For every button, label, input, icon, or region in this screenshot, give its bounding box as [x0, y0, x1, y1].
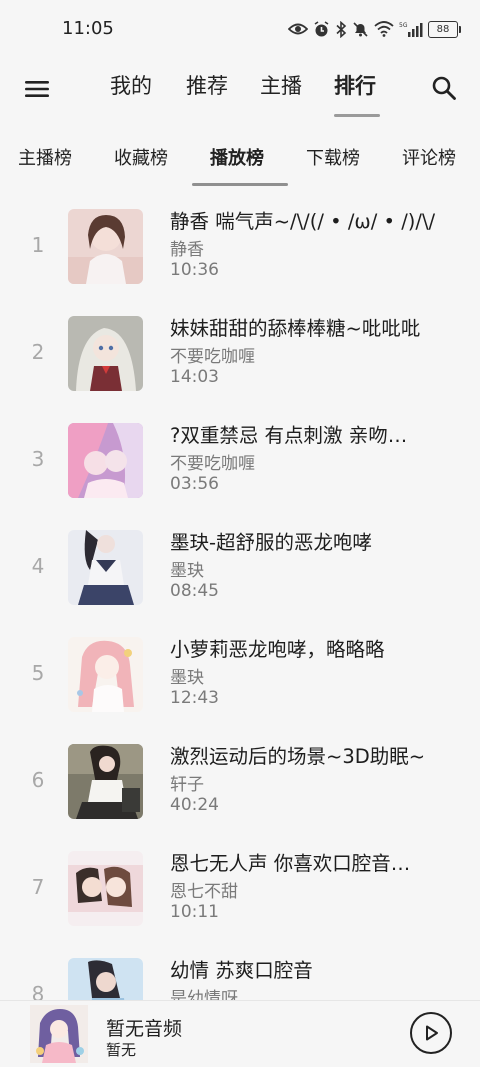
track-duration: 10:36	[170, 260, 219, 280]
track-title: 小萝莉恶龙咆哮，略略略	[170, 638, 385, 661]
track-title: 激烈运动后的场景~3D助眠~	[170, 745, 426, 768]
sub-tab-favorites-ranking[interactable]: 收藏榜	[114, 144, 168, 170]
track-duration: 10:11	[170, 902, 219, 922]
track-rank: 2	[31, 340, 45, 364]
track-cover	[68, 744, 143, 819]
sub-tab-comment-ranking[interactable]: 评论榜	[402, 144, 456, 170]
track-row[interactable]: 4 墨玦-超舒服的恶龙咆哮 墨玦 08:45	[0, 514, 480, 621]
track-row[interactable]: 7 恩七无人声 你喜欢口腔音… 恩七不甜 10:11	[0, 835, 480, 942]
main-tabs: 我的 推荐 主播 排行	[100, 58, 400, 120]
track-cover	[68, 423, 143, 498]
track-title: 幼情 苏爽口腔音	[170, 959, 313, 982]
mini-player[interactable]: 暂无音频 暂无	[0, 1000, 480, 1067]
ranking-sub-tabs: 主播榜 收藏榜 播放榜 下载榜 评论榜	[0, 126, 480, 186]
tab-ranking[interactable]: 排行	[334, 70, 376, 100]
track-rank: 5	[31, 661, 45, 685]
search-icon	[432, 76, 456, 100]
track-cover	[68, 316, 143, 391]
track-artist: 墨玦	[170, 561, 204, 581]
status-icons: 5G 88	[288, 18, 461, 40]
app-root: 11:05 5G 88 我的 推荐 主播 排行 主播榜 收藏榜 播放榜 下载榜 …	[0, 0, 480, 1067]
sub-tab-indicator	[192, 183, 288, 186]
track-artist: 不要吃咖喱	[170, 454, 255, 474]
mute-icon	[352, 21, 369, 38]
track-title: 静香 喘气声~/\/(/ • /ω/ • /)/\/	[170, 210, 436, 233]
track-artist: 恩七不甜	[170, 882, 238, 902]
track-rank: 6	[31, 768, 45, 792]
bluetooth-icon	[335, 20, 347, 38]
tab-anchor[interactable]: 主播	[260, 70, 302, 100]
status-bar: 11:05 5G 88	[0, 0, 480, 58]
track-title: 墨玦-超舒服的恶龙咆哮	[170, 531, 373, 554]
sub-tab-play-ranking[interactable]: 播放榜	[210, 144, 264, 170]
track-duration: 08:45	[170, 581, 219, 601]
track-duration: 40:24	[170, 795, 219, 815]
play-button[interactable]	[410, 1012, 452, 1054]
tab-recommend[interactable]: 推荐	[186, 70, 228, 100]
track-artist: 不要吃咖喱	[170, 347, 255, 367]
track-duration: 12:43	[170, 688, 219, 708]
track-rank: 4	[31, 554, 45, 578]
tab-mine[interactable]: 我的	[110, 70, 152, 100]
track-title: 恩七无人声 你喜欢口腔音…	[170, 852, 411, 875]
sub-tab-anchor-ranking[interactable]: 主播榜	[18, 144, 72, 170]
track-cover	[68, 958, 143, 1003]
player-subtitle: 暂无	[106, 1041, 137, 1059]
track-cover	[68, 530, 143, 605]
eye-icon	[288, 22, 308, 36]
play-icon	[426, 1025, 438, 1041]
alarm-icon	[313, 20, 330, 38]
wifi-icon	[374, 21, 394, 37]
menu-icon	[25, 81, 49, 97]
track-title: 妹妹甜甜的舔棒棒糖~吡吡吡	[170, 317, 421, 340]
track-row[interactable]: 8 幼情 苏爽口腔音 是幼情呀	[0, 942, 480, 1003]
main-tab-indicator	[334, 114, 380, 117]
track-cover	[68, 209, 143, 284]
track-row[interactable]: 3 ?双重禁忌 有点刺激 亲吻… 不要吃咖喱 03:56	[0, 407, 480, 514]
status-time: 11:05	[62, 18, 114, 39]
track-row[interactable]: 6 激烈运动后的场景~3D助眠~ 轩子 40:24	[0, 728, 480, 835]
menu-button[interactable]	[20, 72, 54, 106]
top-nav: 我的 推荐 主播 排行	[0, 58, 480, 120]
track-artist: 轩子	[170, 775, 204, 795]
track-duration: 03:56	[170, 474, 219, 494]
track-row[interactable]: 5 小萝莉恶龙咆哮，略略略 墨玦 12:43	[0, 621, 480, 728]
track-row[interactable]: 2 妹妹甜甜的舔棒棒糖~吡吡吡 不要吃咖喱 14:03	[0, 300, 480, 407]
player-title: 暂无音频	[106, 1018, 183, 1040]
track-rank: 3	[31, 447, 45, 471]
search-button[interactable]	[426, 70, 462, 106]
track-title: ?双重禁忌 有点刺激 亲吻…	[170, 424, 408, 447]
track-duration: 14:03	[170, 367, 219, 387]
signal-icon: 5G	[399, 21, 423, 38]
track-row[interactable]: 1 静香 喘气声~/\/(/ • /ω/ • /)/\/ 静香 10:36	[0, 193, 480, 300]
track-artist: 墨玦	[170, 668, 204, 688]
svg-text:5G: 5G	[399, 22, 408, 29]
player-cover	[30, 1005, 88, 1063]
track-cover	[68, 851, 143, 926]
track-rank: 1	[31, 233, 45, 257]
sub-tab-download-ranking[interactable]: 下载榜	[306, 144, 360, 170]
battery-icon: 88	[428, 20, 461, 38]
track-artist: 静香	[170, 240, 204, 260]
track-list: 1 静香 喘气声~/\/(/ • /ω/ • /)/\/ 静香 10:36 2	[0, 193, 480, 1003]
track-cover	[68, 637, 143, 712]
track-rank: 7	[31, 875, 45, 899]
